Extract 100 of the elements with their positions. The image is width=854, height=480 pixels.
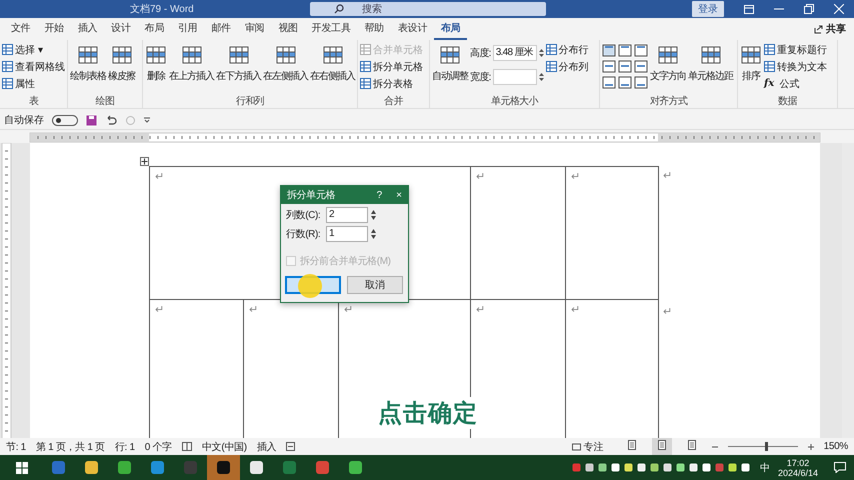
ribbon-button[interactable]: 查看网格线 xyxy=(2,59,65,74)
ribbon-button[interactable]: 删除 xyxy=(145,42,167,85)
view-button[interactable] xyxy=(652,438,672,455)
table-icon xyxy=(228,44,250,66)
ribbon-button[interactable]: 在上方插入 xyxy=(169,42,214,85)
insert-mode-text[interactable]: 插入 xyxy=(256,440,276,454)
table-icon xyxy=(740,44,762,66)
autosave-label: 自动保存 xyxy=(4,114,44,127)
customize-icon[interactable] xyxy=(144,117,150,123)
status-text: 行: 1 xyxy=(114,440,135,454)
book-icon[interactable] xyxy=(182,442,192,451)
ribbon-button[interactable]: 选择 ▾ xyxy=(2,42,65,57)
cancel-button[interactable]: 取消 xyxy=(347,276,403,294)
table-move-handle-icon[interactable] xyxy=(140,157,149,166)
ribbon-button[interactable]: 属性 xyxy=(2,76,65,91)
ribbon-tab[interactable]: 审阅 xyxy=(238,18,272,40)
row-end-mark: ↵ xyxy=(663,305,672,318)
table-icon xyxy=(439,44,461,66)
group-label: 合并 xyxy=(383,94,404,108)
ribbon-tab[interactable]: 开发工具 xyxy=(304,18,358,40)
ribbon-button[interactable]: 在左侧插入 xyxy=(263,42,308,85)
ribbon-button[interactable]: 绘制表格 xyxy=(70,42,106,85)
focus-button[interactable]: 专注 xyxy=(572,440,604,454)
ribbon-tab[interactable]: 引用 xyxy=(171,18,204,40)
ribbon-button[interactable]: 拆分表格 xyxy=(360,76,423,91)
help-button[interactable]: ? xyxy=(376,190,382,200)
field-label: 高度: xyxy=(470,46,491,60)
share-icon xyxy=(814,24,823,34)
table-icon xyxy=(764,44,775,55)
ribbon-button[interactable]: 转换为文本 xyxy=(764,59,827,74)
align-icon[interactable] xyxy=(618,44,632,57)
taskbar-app[interactable] xyxy=(207,455,240,480)
size-field[interactable] xyxy=(492,69,537,85)
table-icon xyxy=(700,44,722,66)
align-icon[interactable] xyxy=(634,76,648,89)
ribbon-button[interactable]: 自动调整 xyxy=(432,42,468,85)
table-cell[interactable]: ↵ xyxy=(566,166,659,300)
save-icon[interactable] xyxy=(86,114,97,126)
align-icon[interactable] xyxy=(602,76,616,89)
ribbon-display-icon[interactable] xyxy=(744,4,754,14)
size-field[interactable]: 3.48 厘米 xyxy=(492,45,537,61)
ribbon-button[interactable]: 在下方插入 xyxy=(216,42,261,85)
align-icon[interactable] xyxy=(634,60,648,73)
ribbon-tab[interactable]: 布局 xyxy=(138,18,172,40)
ribbon-tab[interactable]: 设计 xyxy=(104,18,138,40)
ribbon-button[interactable]: 重复标题行 xyxy=(764,42,827,57)
ribbon-button[interactable]: 橡皮擦 xyxy=(108,42,135,85)
clock-date: 2024/6/14 xyxy=(778,468,818,478)
group-label: 行和列 xyxy=(235,94,265,108)
align-icon[interactable] xyxy=(618,76,632,89)
table-cell[interactable]: ↵ xyxy=(470,166,566,300)
zoom-percent[interactable]: 150% xyxy=(824,441,848,452)
ribbon-button[interactable]: 文字方向 xyxy=(650,42,686,85)
zoom-out-icon[interactable] xyxy=(712,444,718,450)
align-icon[interactable] xyxy=(602,60,616,73)
ribbon-button[interactable]: 单元格边距 xyxy=(688,42,733,85)
minimize-icon[interactable] xyxy=(774,8,784,10)
ribbon-tab[interactable]: 视图 xyxy=(271,18,305,40)
align-icon[interactable] xyxy=(618,60,632,73)
ribbon-tab[interactable]: 表设计 xyxy=(390,18,434,40)
formula-button[interactable]: fx 公式 xyxy=(764,76,827,91)
table-icon xyxy=(546,61,557,72)
language-text[interactable]: 中文(中国) xyxy=(202,440,247,454)
ribbon-tab[interactable]: 开始 xyxy=(37,18,71,40)
autosave-toggle[interactable] xyxy=(52,114,78,126)
notification-icon[interactable] xyxy=(834,462,846,473)
restore-icon[interactable] xyxy=(804,4,814,14)
table-icon xyxy=(360,78,371,89)
align-icon[interactable] xyxy=(602,44,616,57)
window-title: 文档79 - Word xyxy=(130,2,195,16)
ribbon-button[interactable]: 排序 xyxy=(740,42,762,85)
ribbon-button[interactable]: 分布列 xyxy=(546,59,589,74)
input-method-text[interactable]: 中 xyxy=(760,460,770,474)
table-icon xyxy=(764,61,775,72)
windows-start-icon[interactable] xyxy=(16,462,28,474)
ribbon-tab[interactable]: 文件 xyxy=(4,18,38,40)
table-icon xyxy=(145,44,167,66)
ribbon-button[interactable]: 在右侧插入 xyxy=(310,42,355,85)
close-button[interactable]: × xyxy=(396,190,402,200)
search-field[interactable]: 搜索 xyxy=(310,2,546,16)
field-label: 宽度: xyxy=(470,70,491,84)
ribbon-tab[interactable]: 插入 xyxy=(70,18,104,40)
status-text: 第 1 页，共 1 页 xyxy=(36,440,105,454)
undo-icon[interactable] xyxy=(105,114,117,126)
number-field[interactable]: 1 xyxy=(326,226,368,242)
ribbon-button[interactable]: 分布行 xyxy=(546,42,589,57)
ribbon-tab[interactable]: 邮件 xyxy=(204,18,238,40)
ribbon-tab[interactable]: 帮助 xyxy=(357,18,391,40)
spinner-icon[interactable] xyxy=(370,208,377,222)
ribbon-button[interactable]: 拆分单元格 xyxy=(360,59,423,74)
spinner-icon[interactable] xyxy=(370,227,377,241)
zoom-in-icon[interactable] xyxy=(808,444,814,450)
field-label: 行数(R): xyxy=(286,228,322,241)
sign-in-button[interactable]: 登录 xyxy=(692,1,724,17)
close-icon[interactable] xyxy=(834,4,844,14)
ribbon-tab[interactable]: 布局 xyxy=(434,18,468,40)
align-icon[interactable] xyxy=(634,44,648,57)
number-field[interactable]: 2 xyxy=(326,207,368,223)
share-button[interactable]: 共享 xyxy=(810,20,850,38)
group-label: 单元格大小 xyxy=(490,94,540,108)
